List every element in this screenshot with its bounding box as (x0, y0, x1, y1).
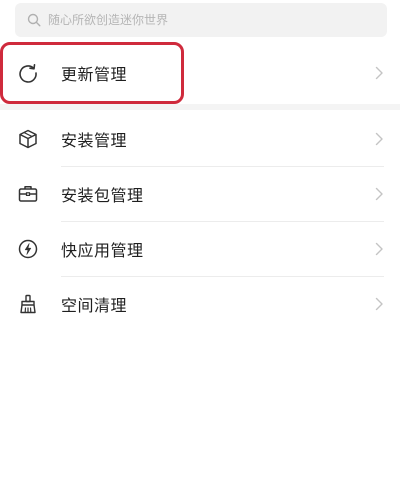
search-input[interactable] (48, 13, 368, 27)
package-box-icon (17, 128, 39, 150)
menu-item-label: 更新管理 (61, 65, 128, 84)
chevron-right-icon (374, 66, 384, 80)
menu-item-install[interactable]: 安装管理 (0, 112, 400, 166)
chevron-right-icon (374, 187, 384, 201)
section-divider (0, 104, 400, 110)
menu-item-label: 空间清理 (61, 296, 128, 315)
search-icon (27, 13, 41, 27)
chevron-right-icon (374, 132, 384, 146)
menu-item-quick-app[interactable]: 快应用管理 (0, 222, 400, 276)
chevron-right-icon (374, 297, 384, 311)
menu-item-label: 安装包管理 (61, 186, 144, 205)
menu-item-install-package[interactable]: 安装包管理 (0, 167, 400, 221)
briefcase-icon (17, 183, 39, 205)
broom-icon (17, 293, 39, 315)
menu-item-label: 安装管理 (61, 131, 128, 150)
refresh-icon (17, 62, 39, 84)
menu-item-update[interactable]: 更新管理 (0, 46, 400, 100)
chevron-right-icon (374, 242, 384, 256)
menu-item-space-clean[interactable]: 空间清理 (0, 277, 400, 331)
menu-item-label: 快应用管理 (61, 241, 144, 260)
search-bar[interactable] (15, 3, 387, 37)
lightning-icon (17, 238, 39, 260)
